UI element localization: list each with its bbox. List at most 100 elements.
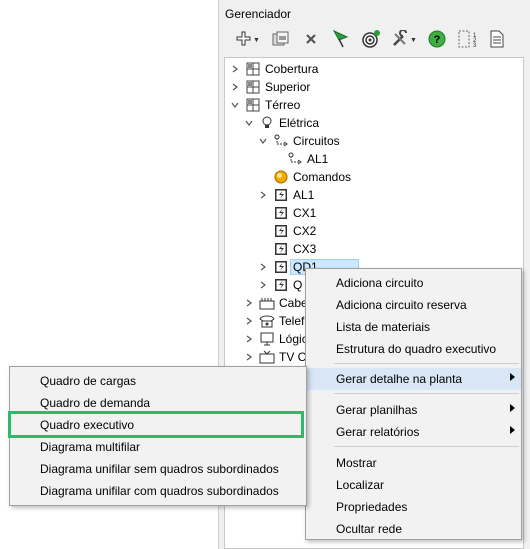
menu-separator [334, 363, 519, 364]
tree-item-label: Superior [265, 80, 311, 94]
tree-item-telefonia[interactable]: Telef [243, 312, 304, 330]
menu-item-gerar-detalhe[interactable]: Gerar detalhe na planta [306, 368, 521, 390]
menu-item-mostrar[interactable]: Mostrar [306, 452, 521, 474]
menu-item-label: Diagrama unifilar com quadros subordinad… [40, 484, 279, 498]
tree-item-eletrica[interactable]: Elétrica [243, 114, 319, 132]
tree-item-comandos[interactable]: Comandos [273, 168, 351, 186]
chevron-right-icon[interactable] [243, 351, 255, 363]
tree-item-terreo[interactable]: Térreo [229, 96, 300, 114]
menu-item-estrutura-quadro[interactable]: Estrutura do quadro executivo [306, 338, 521, 360]
tree-item-q[interactable]: Q [257, 276, 302, 294]
tree-item-cobertura[interactable]: Cobertura [229, 60, 318, 78]
panel-board-icon [273, 259, 289, 275]
chevron-right-icon[interactable] [257, 261, 269, 273]
menu-item-label: Localizar [336, 478, 385, 492]
submenu-item-diagrama-unifilar-com[interactable]: Diagrama unifilar com quadros subordinad… [10, 480, 306, 502]
tools-button[interactable]: ▼ [389, 28, 419, 51]
menu-item-label: Mostrar [336, 456, 377, 470]
panel-board-icon [273, 277, 289, 293]
target-icon [361, 29, 381, 52]
document-button[interactable] [485, 29, 509, 51]
tree-item-label: Cabe [279, 296, 308, 310]
toolbar: ▼ ▼ ? 1 2 3 [233, 28, 509, 52]
chevron-right-icon[interactable] [257, 189, 269, 201]
tree-item-label: Lógic [279, 332, 308, 346]
menu-item-label: Propriedades [336, 500, 408, 514]
menu-separator [334, 446, 519, 447]
chevron-right-icon[interactable] [229, 81, 241, 93]
help-icon: ? [428, 30, 446, 51]
tree-item-cabeamento[interactable]: Cabe [243, 294, 308, 312]
chevron-down-icon: ▼ [253, 36, 260, 44]
tree-item-logica[interactable]: Lógic [243, 330, 308, 348]
menu-item-label: Diagrama multifilar [40, 440, 141, 454]
chevron-down-icon[interactable] [257, 135, 269, 147]
tree-item-tv[interactable]: TV C [243, 348, 306, 366]
context-menu: Adiciona circuito Adiciona circuito rese… [305, 268, 522, 540]
menu-item-localizar[interactable]: Localizar [306, 474, 521, 496]
chevron-right-icon[interactable] [229, 63, 241, 75]
help-button[interactable]: ? [425, 29, 449, 51]
tree-item-al1[interactable]: AL1 [257, 186, 314, 204]
menu-item-adiciona-circuito-reserva[interactable]: Adiciona circuito reserva [306, 294, 521, 316]
panel-board-icon [273, 205, 289, 221]
chevron-right-icon[interactable] [257, 279, 269, 291]
menu-item-gerar-planilhas[interactable]: Gerar planilhas [306, 399, 521, 421]
tree-item-circuitos[interactable]: Circuitos [257, 132, 340, 150]
menu-item-label: Gerar planilhas [336, 403, 418, 417]
menu-separator [334, 393, 519, 394]
computer-icon [259, 331, 275, 347]
menu-item-label: Adiciona circuito reserva [336, 298, 467, 312]
numbering-icon: 123 [457, 29, 477, 52]
menu-item-label: Lista de materiais [336, 320, 431, 334]
menu-item-lista-materiais[interactable]: Lista de materiais [306, 316, 521, 338]
add-item-button[interactable]: ▼ [233, 29, 263, 51]
submenu-item-quadro-executivo[interactable]: Quadro executivo [10, 414, 306, 436]
tree-item-label: Telef [279, 314, 305, 328]
submenu-item-diagrama-multifilar[interactable]: Diagrama multifilar [10, 436, 306, 458]
menu-item-propriedades[interactable]: Propriedades [306, 496, 521, 518]
floor-icon [245, 97, 261, 113]
tree-item-label: Circuitos [293, 134, 340, 148]
panel-title: Gerenciador [225, 7, 292, 21]
chevron-right-icon[interactable] [243, 333, 255, 345]
submenu-item-quadro-cargas[interactable]: Quadro de cargas [10, 370, 306, 392]
menu-item-gerar-relatorios[interactable]: Gerar relatórios [306, 421, 521, 443]
circuit-icon [273, 133, 289, 149]
tree-item-cx1[interactable]: CX1 [273, 204, 316, 222]
menu-item-adiciona-circuito[interactable]: Adiciona circuito [306, 272, 521, 294]
tree-item-label: Térreo [265, 98, 301, 112]
panel-board-icon [273, 241, 289, 257]
tree-item-superior[interactable]: Superior [229, 78, 310, 96]
chevron-down-icon[interactable] [243, 117, 255, 129]
chevron-right-icon[interactable] [243, 315, 255, 327]
circuit-icon [287, 151, 303, 167]
menu-item-ocultar-rede[interactable]: Ocultar rede [306, 518, 521, 540]
menu-item-label: Quadro de demanda [40, 396, 151, 410]
tree-item-circuit-al1[interactable]: AL1 [287, 150, 328, 168]
svg-text:?: ? [434, 34, 441, 46]
submenu-item-quadro-demanda[interactable]: Quadro de demanda [10, 392, 306, 414]
delete-button[interactable] [299, 29, 323, 51]
copy-button[interactable] [269, 29, 293, 51]
tree-item-cx3[interactable]: CX3 [273, 240, 316, 258]
menu-item-label: Quadro de cargas [40, 374, 137, 388]
menu-item-label: Diagrama unifilar sem quadros subordinad… [40, 462, 279, 476]
menu-item-label: Gerar relatórios [336, 425, 420, 439]
phone-icon [259, 313, 275, 329]
submenu-item-diagrama-unifilar-sem[interactable]: Diagrama unifilar sem quadros subordinad… [10, 458, 306, 480]
numbering-button[interactable]: 123 [455, 29, 479, 51]
tree-item-label: Cobertura [265, 62, 319, 76]
tree-item-cx2[interactable]: CX2 [273, 222, 316, 240]
chevron-down-icon[interactable] [229, 99, 241, 111]
lightbulb-icon [259, 115, 275, 131]
tree-item-label: CX3 [293, 242, 317, 256]
target-button[interactable] [359, 29, 383, 51]
chevron-right-icon[interactable] [243, 297, 255, 309]
tree-item-label: Q [293, 278, 303, 292]
command-icon [273, 169, 289, 185]
tree-item-label: Comandos [293, 170, 352, 184]
flag-button[interactable] [329, 29, 353, 51]
submenu-gerar-detalhe: Quadro de cargas Quadro de demanda Quadr… [9, 366, 307, 506]
floor-icon [245, 61, 261, 77]
